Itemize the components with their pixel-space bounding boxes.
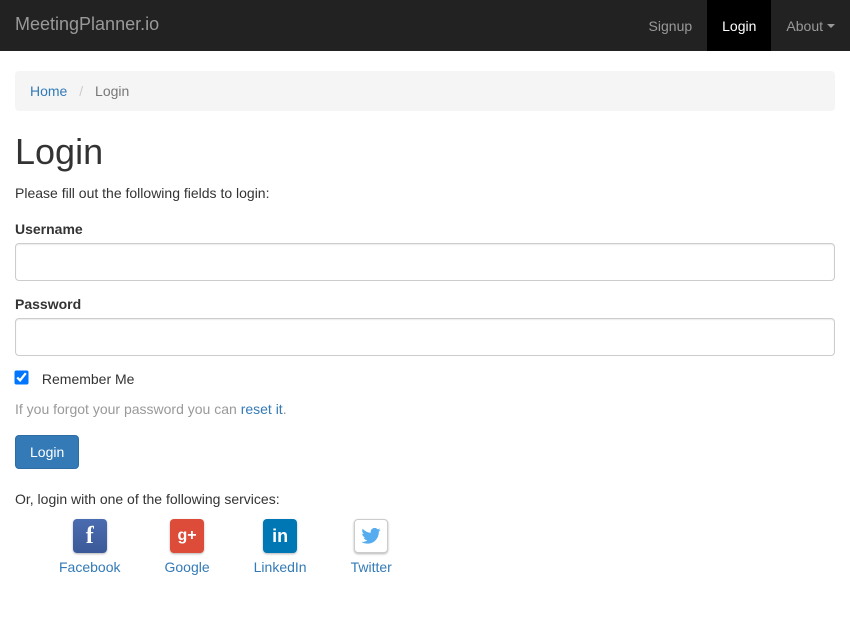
password-label: Password [15,296,835,312]
linkedin-icon: in [263,519,297,553]
nav-item-signup: Signup [634,0,708,51]
nav-item-about: About [771,0,850,51]
brand-link[interactable]: MeetingPlanner.io [0,0,174,51]
password-input[interactable] [15,318,835,356]
username-label: Username [15,221,835,237]
container: Home / Login Login Please fill out the f… [0,71,850,575]
nav-link-about[interactable]: About [771,0,850,51]
breadcrumb-separator: / [71,83,91,99]
social-facebook-link[interactable]: f Facebook [59,519,120,575]
chevron-down-icon [827,24,835,28]
breadcrumb-current: Login [95,83,129,99]
page-subtext: Please fill out the following fields to … [15,185,835,201]
remember-label[interactable]: Remember Me [42,371,135,387]
forgot-password-hint: If you forgot your password you can rese… [15,401,835,417]
breadcrumb: Home / Login [15,71,835,111]
forgot-prefix: If you forgot your password you can [15,401,241,417]
social-twitter-label: Twitter [351,559,392,575]
social-linkedin-label: LinkedIn [254,559,307,575]
twitter-icon [354,519,388,553]
navbar: MeetingPlanner.io Signup Login About [0,0,850,51]
google-plus-icon: g+ [170,519,204,553]
login-button[interactable]: Login [15,435,79,469]
social-linkedin-link[interactable]: in LinkedIn [254,519,307,575]
twitter-bird-icon [361,528,381,544]
social-google-label: Google [164,559,209,575]
nav-link-signup[interactable]: Signup [634,0,708,51]
nav-item-login: Login [707,0,771,51]
nav-link-login[interactable]: Login [707,0,771,51]
remember-group: Remember Me [15,371,835,387]
facebook-icon: f [73,519,107,553]
social-intro: Or, login with one of the following serv… [15,491,835,507]
forgot-suffix: . [283,401,287,417]
breadcrumb-home-link[interactable]: Home [30,83,67,99]
social-row: f Facebook g+ Google in LinkedIn Twitter [15,519,835,575]
username-group: Username [15,221,835,281]
reset-password-link[interactable]: reset it [241,401,283,417]
nav-about-label: About [786,18,823,34]
username-input[interactable] [15,243,835,281]
password-group: Password [15,296,835,356]
page-title: Login [15,131,835,173]
social-facebook-label: Facebook [59,559,120,575]
remember-checkbox[interactable] [14,370,28,384]
social-google-link[interactable]: g+ Google [164,519,209,575]
social-twitter-link[interactable]: Twitter [351,519,392,575]
nav-list: Signup Login About [634,0,850,51]
